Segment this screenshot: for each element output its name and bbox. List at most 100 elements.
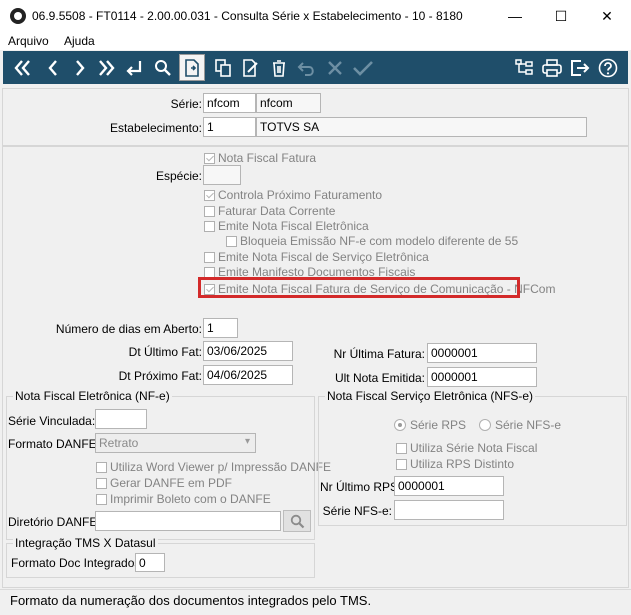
serie-label: Série: [170,97,202,111]
nfse-group-title: Nota Fiscal Serviço Eletrônica (NFS-e) [325,389,536,403]
menu-arquivo[interactable]: Arquivo [8,34,49,48]
checkbox-box [204,205,215,217]
structure-icon[interactable] [510,51,538,84]
checkbox-label: Bloqueia Emissão NF-e com modelo diferen… [240,234,519,248]
checkbox-label: Controla Próximo Faturamento [218,188,383,202]
copy-icon[interactable] [209,51,237,84]
serie-nfse-radio[interactable]: Série NFS-e [479,418,561,432]
checkbox-label: Utiliza Série Nota Fiscal [410,441,538,455]
ult-nota-emitida-input[interactable]: 0000001 [427,367,537,387]
dias-aberto-input[interactable]: 1 [203,318,238,338]
nr-ultima-fatura-input[interactable]: 0000001 [427,343,537,363]
ult-nota-emitida-label: Ult Nota Emitida: [334,371,425,385]
checkbox-label: Emite Nota Fiscal de Serviço Eletrônica [218,250,429,264]
menu-ajuda[interactable]: Ajuda [64,34,95,48]
formato-doc-input[interactable]: 0 [135,553,165,572]
serie-nfse-label: Série NFS-e: [322,504,392,518]
nr-ultima-fatura-label: Nr Última Fatura: [333,347,425,361]
serie-input[interactable]: nfcom [203,93,256,113]
checkbox-label: Imprimir Boleto com o DANFE [110,492,271,506]
checkbox-box [396,442,407,454]
checkbox-box [204,266,215,278]
close-button[interactable]: ✕ [584,0,630,32]
word-viewer-checkbox[interactable]: Utiliza Word Viewer p/ Impressão DANFE [96,460,331,474]
checkbox-box [96,493,107,505]
tms-group-title: Integração TMS X Datasul [13,536,158,550]
faturar-data-checkbox[interactable]: Faturar Data Corrente [204,204,335,218]
diretorio-danfe-input[interactable] [95,511,281,531]
serie-nfse-input[interactable] [394,500,504,520]
checkbox-box [204,152,215,164]
delete-icon[interactable] [265,51,293,84]
especie-label: Espécie: [155,169,202,183]
new-icon[interactable] [179,54,205,81]
radio-label: Série NFS-e [495,418,562,432]
bloqueia-emissao-checkbox[interactable]: Bloqueia Emissão NF-e com modelo diferen… [226,234,518,248]
nr-ultimo-rps-input[interactable]: 0000001 [394,476,504,496]
search-icon[interactable] [149,51,177,84]
checkbox-label: Nota Fiscal Fatura [218,151,317,165]
application-window: 06.9.5508 - FT0114 - 2.00.00.031 - Consu… [0,0,631,615]
checkbox-label: Utiliza RPS Distinto [410,457,515,471]
minimize-button[interactable]: — [492,0,538,32]
browse-search-icon[interactable] [283,510,311,532]
help-icon[interactable] [594,51,622,84]
formato-danfe-select[interactable]: Retrato ▾ [95,433,256,453]
controla-proximo-checkbox[interactable]: Controla Próximo Faturamento [204,188,382,202]
last-icon[interactable] [92,51,120,84]
serie-rps-radio[interactable]: Série RPS [394,418,466,432]
checkbox-box [204,189,215,201]
serie-vinculada-label: Série Vinculada: [8,414,96,428]
checkbox-label: Emite Nota Fiscal Eletrônica [218,219,369,233]
checkbox-box [226,235,237,247]
checkbox-box [204,251,215,263]
radio-label: Série RPS [410,418,467,432]
app-logo-icon [10,8,26,24]
goto-icon[interactable] [120,51,148,84]
confirm-icon[interactable] [349,51,377,84]
nota-fiscal-fatura-checkbox[interactable]: Nota Fiscal Fatura [204,151,316,165]
emite-nfe-checkbox[interactable]: Emite Nota Fiscal Eletrônica [204,219,369,233]
serie-vinculada-input[interactable] [95,409,147,429]
window-title: 06.9.5508 - FT0114 - 2.00.00.031 - Consu… [32,9,463,23]
checkbox-label: Gerar DANFE em PDF [110,476,233,490]
dt-ultimo-fat-label: Dt Último Fat: [128,345,202,359]
especie-input[interactable] [203,165,241,185]
checkbox-label: Utiliza Word Viewer p/ Impressão DANFE [110,460,331,474]
first-icon[interactable] [9,51,37,84]
print-icon[interactable] [538,51,566,84]
estabelecimento-input[interactable]: 1 [203,117,256,137]
status-text: Formato da numeração dos documentos inte… [10,593,372,608]
formato-doc-label: Formato Doc Integrados: [11,556,144,570]
utiliza-rps-checkbox[interactable]: Utiliza RPS Distinto [396,457,514,471]
gerar-pdf-checkbox[interactable]: Gerar DANFE em PDF [96,476,232,490]
next-icon[interactable] [66,51,94,84]
previous-icon[interactable] [39,51,67,84]
cancel-icon[interactable] [321,51,349,84]
dt-ultimo-fat-input[interactable]: 03/06/2025 [203,341,293,361]
serie-description: nfcom [256,93,321,113]
highlight-box [198,277,520,298]
exit-icon[interactable] [566,51,594,84]
maximize-button[interactable]: ☐ [538,0,584,32]
checkbox-box [396,458,407,470]
checkbox-box [96,461,107,473]
checkbox-box [96,477,107,489]
imprimir-boleto-checkbox[interactable]: Imprimir Boleto com o DANFE [96,492,271,506]
utiliza-serie-nota-checkbox[interactable]: Utiliza Série Nota Fiscal [396,441,537,455]
chevron-down-icon: ▾ [244,436,250,447]
checkbox-label: Faturar Data Corrente [218,204,336,218]
emite-nfse-checkbox[interactable]: Emite Nota Fiscal de Serviço Eletrônica [204,250,429,264]
estabelecimento-description: TOTVS SA [256,117,587,137]
undo-icon[interactable] [293,51,321,84]
checkbox-box [204,220,215,232]
toolbar [3,51,628,84]
estabelecimento-label: Estabelecimento: [109,121,202,135]
formato-danfe-value: Retrato [99,436,139,450]
dias-aberto-label: Número de dias em Aberto: [55,322,202,336]
edit-icon[interactable] [237,51,265,84]
dt-proximo-fat-label: Dt Próximo Fat: [118,369,202,383]
radio-circle [394,419,406,431]
nr-ultimo-rps-label: Nr Último RPS: [320,480,402,494]
dt-proximo-fat-input[interactable]: 04/06/2025 [203,365,293,385]
